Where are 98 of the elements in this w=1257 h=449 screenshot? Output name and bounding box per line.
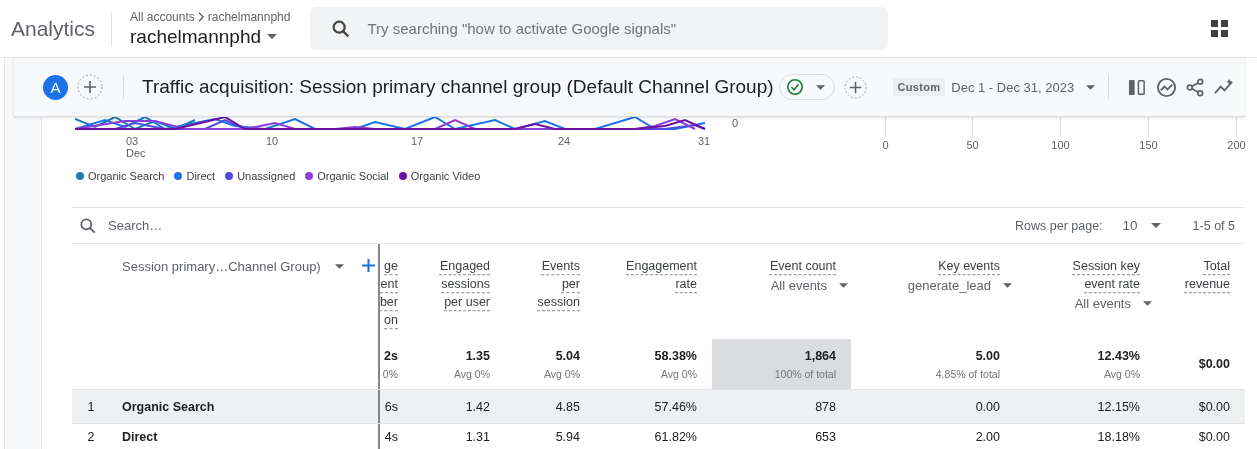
column-header[interactable]: Session key event rate (1072, 257, 1140, 293)
table-cell: 5.94 (555, 430, 580, 444)
total-note: 4.85% of total (935, 367, 1000, 380)
dimension-dropdown[interactable]: Session primary…Channel Group) (122, 259, 344, 274)
table-cell: 12.15% (1097, 399, 1140, 414)
rows-per-page-dropdown[interactable]: 10 (1122, 218, 1161, 233)
date-range-dropdown[interactable]: Dec 1 - Dec 31, 2023 (951, 79, 1096, 95)
avatar[interactable]: A (43, 74, 68, 100)
caret-icon (815, 84, 825, 90)
column-header[interactable]: Key events (938, 257, 1000, 275)
total-note: 100% of total (774, 367, 836, 380)
table-row[interactable]: 1 Organic Search 6s 1.42 4.85 57.46% 878 0.00 12.15% $0.00 (72, 390, 1245, 424)
row-number: 2 (87, 430, 95, 444)
account-selector[interactable]: rachelmannphd (130, 25, 291, 48)
total-value: 1,864 (804, 348, 836, 363)
table-cell: 18.18% (1097, 430, 1140, 444)
total-value: 1.35 (465, 348, 490, 363)
column-header[interactable]: Total revenue (1184, 257, 1230, 293)
add-icon[interactable] (361, 259, 375, 272)
event-filter-dropdown[interactable]: generate_lead (907, 278, 1012, 293)
add-icon[interactable] (843, 75, 867, 99)
axis-label: 03 Dec (126, 135, 146, 159)
axis-label: 31 (698, 135, 711, 147)
sparkle-trend-icon[interactable] (1214, 77, 1236, 97)
event-filter-dropdown[interactable]: All events (770, 278, 848, 293)
total-value: $0.00 (1198, 357, 1230, 371)
total-value: 12.43% (1097, 348, 1140, 363)
axis-label: 100 (1050, 139, 1071, 151)
table-cell: 61.82% (654, 430, 697, 444)
legend-label: Organic Social (317, 170, 389, 182)
axis-label: 150 (1138, 139, 1159, 151)
axis-label: 24 (558, 135, 571, 147)
search-icon (78, 215, 98, 236)
share-icon[interactable] (1186, 77, 1206, 97)
table-cell: $0.00 (1198, 430, 1230, 444)
axis-label: 0 (732, 117, 739, 129)
table-cell: 57.46% (654, 399, 697, 414)
legend-label: Organic Video (410, 170, 481, 182)
legend-label: Direct (186, 170, 216, 182)
caret-icon (267, 34, 277, 39)
caret-icon (1086, 84, 1096, 90)
table-cell: $0.00 (1198, 399, 1230, 414)
table-cell: Organic Search (122, 399, 215, 414)
table-cell: 653 (815, 430, 836, 444)
caret-icon (839, 283, 848, 288)
total-value: 5.04 (555, 348, 580, 363)
table-cell: Direct (122, 430, 158, 444)
axis-label: 0 (881, 139, 890, 151)
date-chip: Custom (892, 78, 946, 96)
total-value: 5.00 (975, 348, 1000, 363)
breadcrumb-link[interactable]: All accounts (130, 9, 195, 24)
report-title: Traffic acquisition: Session primary channel group (Default Channel Group) (142, 76, 774, 98)
table-cell: 4.85 (555, 399, 580, 414)
total-note: 0% (382, 367, 398, 380)
total-note: Avg 0% (1104, 367, 1140, 380)
pagination-range: 1-5 of 5 (1192, 218, 1235, 233)
axis-label: 17 (411, 135, 424, 147)
axis-label: 10 (266, 135, 279, 147)
axis-label: 200 (1226, 139, 1247, 151)
column-header[interactable]: Event count (770, 257, 836, 275)
total-note: Avg 0% (454, 367, 490, 380)
legend-label: Unassigned (237, 170, 296, 182)
table-cell: 2.00 (975, 430, 1000, 444)
column-header[interactable]: Engaged sessions per user (439, 257, 490, 311)
breadcrumb-link[interactable]: rachelmannphd (207, 9, 291, 24)
status-dropdown[interactable] (778, 74, 835, 100)
row-number: 1 (87, 399, 95, 414)
chevron-right-icon (197, 11, 205, 22)
axis-label: 50 (965, 139, 980, 151)
column-header[interactable]: Events per session (537, 257, 580, 311)
chart-icon[interactable] (1156, 76, 1178, 98)
table-cell: 4s (384, 430, 398, 444)
app-name: Analytics (11, 16, 96, 41)
add-comparison-icon[interactable] (77, 74, 103, 100)
apps-grid-icon[interactable] (1211, 19, 1229, 38)
column-header[interactable]: ge ent ber on (379, 257, 398, 329)
column-header[interactable]: Engagement rate (626, 257, 697, 293)
caret-icon (1003, 283, 1012, 288)
total-value: 58.38% (654, 348, 697, 363)
legend-label: Organic Search (88, 170, 165, 182)
table-row[interactable]: 2 Direct 4s 1.31 5.94 61.82% 653 2.00 18.18% $0.00 (72, 424, 1245, 449)
caret-icon (1143, 301, 1152, 306)
table-cell: 878 (815, 399, 836, 414)
table-cell: 1.31 (465, 430, 490, 444)
total-note: Avg 0% (661, 367, 697, 380)
search-field[interactable]: Try searching "how to activate Google signals" (310, 7, 889, 50)
caret-icon (1150, 223, 1161, 228)
table-cell: 6s (384, 399, 398, 414)
total-note: Avg 0% (544, 367, 580, 380)
table-cell: 0.00 (975, 399, 1000, 414)
total-value: 2s (384, 348, 398, 363)
event-filter-dropdown[interactable]: All events (1074, 296, 1152, 311)
rows-per-page-label: Rows per page: (1015, 218, 1103, 233)
table-cell: 1.42 (465, 399, 490, 414)
table-search-field[interactable]: Search… (106, 217, 310, 234)
columns-icon[interactable] (1128, 77, 1148, 97)
check-circle-icon (785, 78, 804, 96)
caret-icon (334, 264, 344, 269)
